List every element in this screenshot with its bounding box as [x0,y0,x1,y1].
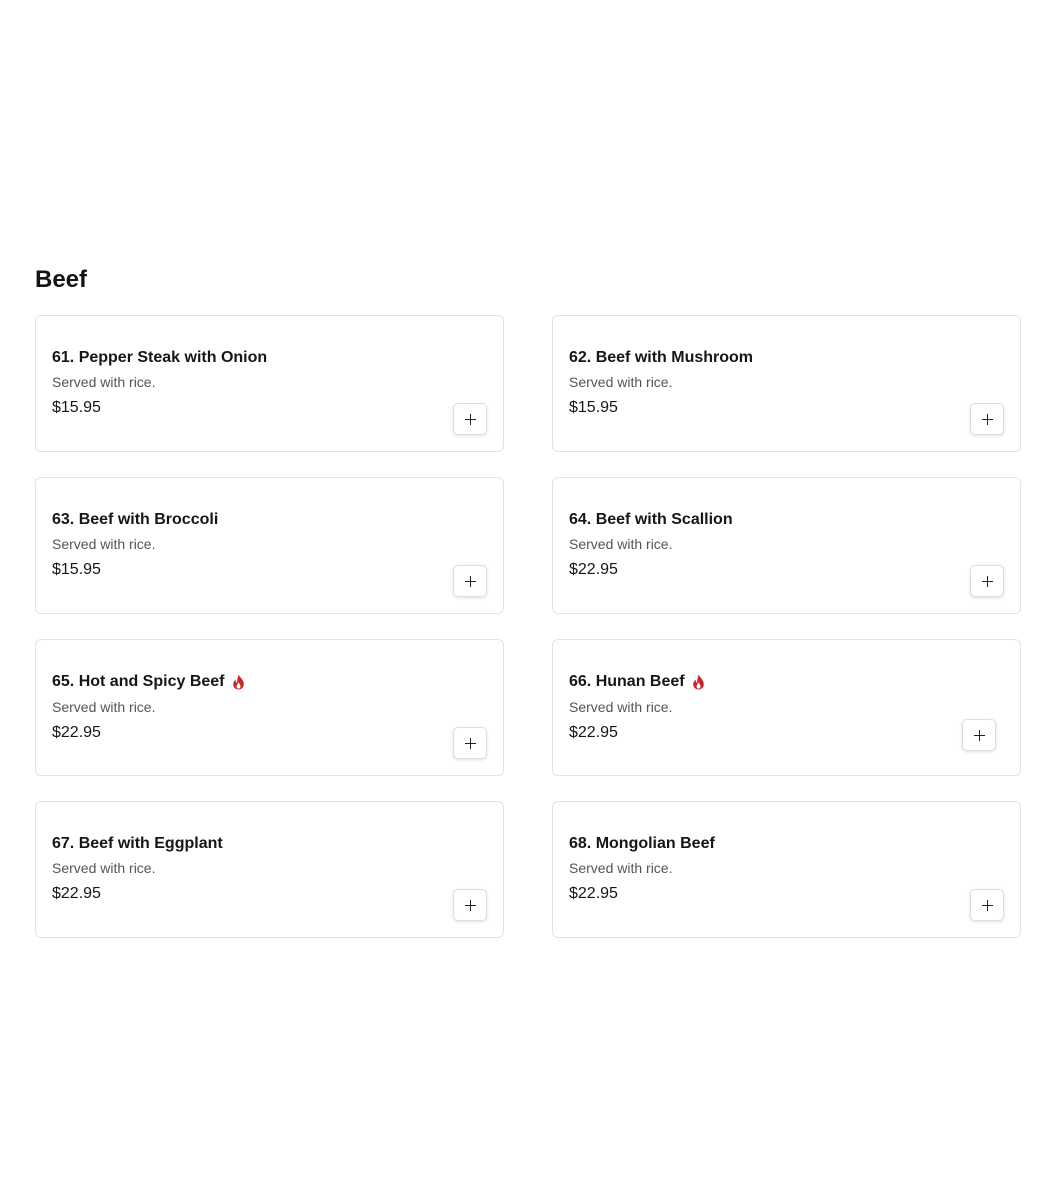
menu-item-name: 65. Hot and Spicy Beef [52,673,225,690]
menu-item-description: Served with rice. [569,536,673,552]
menu-section-beef: Beef 61. Pepper Steak with Onion Served … [35,262,1021,938]
add-to-cart-button[interactable] [970,565,1004,597]
plus-icon [981,899,993,911]
menu-item-card[interactable]: 68. Mongolian Beef Served with rice. $22… [552,801,1021,938]
plus-icon [464,899,476,911]
menu-item-price: $22.95 [52,724,101,741]
menu-item-name-row: 62. Beef with Mushroom [569,347,960,369]
menu-item-body: 64. Beef with Scallion Served with rice.… [569,509,960,580]
menu-item-name-row: 66. Hunan Beef [569,671,960,693]
add-to-cart-button[interactable] [970,403,1004,435]
menu-item-price: $15.95 [52,561,101,578]
plus-icon [973,729,985,741]
menu-item-price: $22.95 [569,724,618,741]
menu-item-name-row: 61. Pepper Steak with Onion [52,347,443,369]
menu-item-name: 66. Hunan Beef [569,673,685,690]
menu-item-description: Served with rice. [569,374,673,390]
menu-item-description: Served with rice. [52,699,156,715]
menu-item-card[interactable]: 62. Beef with Mushroom Served with rice.… [552,315,1021,452]
plus-icon [981,413,993,425]
menu-items-grid: 61. Pepper Steak with Onion Served with … [35,315,1021,938]
menu-item-description: Served with rice. [52,374,156,390]
menu-item-body: 63. Beef with Broccoli Served with rice.… [52,509,443,580]
menu-item-name-row: 63. Beef with Broccoli [52,509,443,531]
plus-icon [464,737,476,749]
menu-item-name: 68. Mongolian Beef [569,835,715,852]
menu-item-price: $22.95 [52,885,101,902]
section-title: Beef [35,266,88,293]
menu-item-body: 65. Hot and Spicy Beef Served with rice.… [52,671,443,743]
menu-item-body: 61. Pepper Steak with Onion Served with … [52,347,443,418]
menu-item-name: 64. Beef with Scallion [569,511,733,528]
menu-item-card[interactable]: 66. Hunan Beef Served with rice. $22.95 [552,639,1021,776]
menu-item-body: 62. Beef with Mushroom Served with rice.… [569,347,960,418]
menu-item-description: Served with rice. [52,860,156,876]
menu-item-name: 62. Beef with Mushroom [569,349,754,366]
add-to-cart-button[interactable] [453,403,487,435]
menu-item-description: Served with rice. [569,860,673,876]
menu-item-name-row: 64. Beef with Scallion [569,509,960,531]
menu-item-name: 67. Beef with Eggplant [52,835,223,852]
menu-item-price: $22.95 [569,561,618,578]
add-to-cart-button[interactable] [970,889,1004,921]
menu-item-price: $15.95 [569,399,618,416]
plus-icon [464,575,476,587]
menu-item-card[interactable]: 67. Beef with Eggplant Served with rice.… [35,801,504,938]
menu-item-name-row: 67. Beef with Eggplant [52,833,443,855]
menu-item-price: $22.95 [569,885,618,902]
menu-item-body: 67. Beef with Eggplant Served with rice.… [52,833,443,904]
menu-item-card[interactable]: 61. Pepper Steak with Onion Served with … [35,315,504,452]
menu-item-name: 63. Beef with Broccoli [52,511,219,528]
plus-icon [981,575,993,587]
flame-icon [232,674,244,690]
plus-icon [464,413,476,425]
add-to-cart-button[interactable] [453,565,487,597]
menu-item-card[interactable]: 63. Beef with Broccoli Served with rice.… [35,477,504,614]
menu-item-price: $15.95 [52,399,101,416]
menu-item-description: Served with rice. [569,699,673,715]
add-to-cart-button[interactable] [962,719,996,751]
menu-item-description: Served with rice. [52,536,156,552]
add-to-cart-button[interactable] [453,889,487,921]
menu-item-body: 68. Mongolian Beef Served with rice. $22… [569,833,960,904]
menu-item-card[interactable]: 65. Hot and Spicy Beef Served with rice.… [35,639,504,776]
flame-icon [692,674,704,690]
menu-item-name-row: 65. Hot and Spicy Beef [52,671,443,693]
menu-item-name-row: 68. Mongolian Beef [569,833,960,855]
menu-item-card[interactable]: 64. Beef with Scallion Served with rice.… [552,477,1021,614]
add-to-cart-button[interactable] [453,727,487,759]
menu-item-body: 66. Hunan Beef Served with rice. $22.95 [569,671,960,743]
menu-item-name: 61. Pepper Steak with Onion [52,349,268,366]
